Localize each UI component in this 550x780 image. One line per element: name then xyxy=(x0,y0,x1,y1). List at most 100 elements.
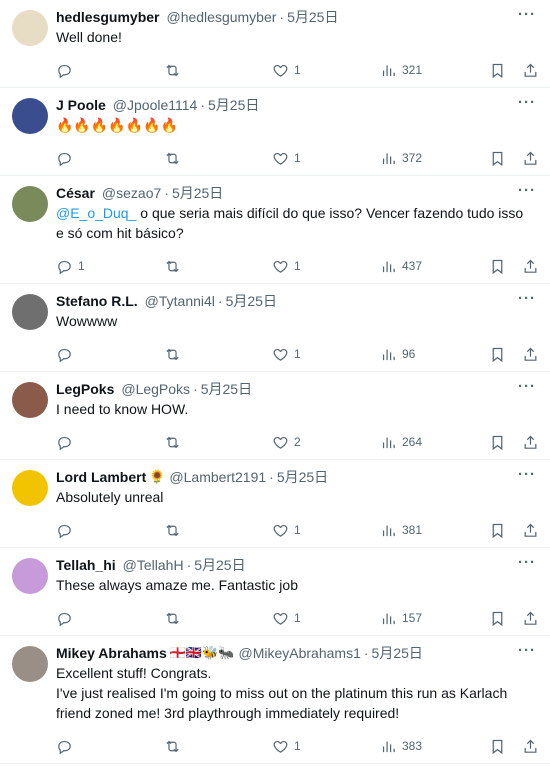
more-options-icon[interactable]: ··· xyxy=(518,183,536,198)
like-button[interactable]: 1 xyxy=(272,610,301,627)
retweet-button[interactable] xyxy=(164,434,181,451)
avatar[interactable] xyxy=(12,98,48,134)
bookmark-button[interactable] xyxy=(489,62,506,79)
timestamp[interactable]: 5月25日 xyxy=(372,644,423,662)
share-button[interactable] xyxy=(522,738,539,755)
handle[interactable]: @TellahH xyxy=(123,556,184,574)
retweet-button[interactable] xyxy=(164,522,181,539)
retweet-button[interactable] xyxy=(164,62,181,79)
share-button[interactable] xyxy=(522,346,539,363)
handle[interactable]: @sezao7 xyxy=(102,184,161,202)
display-name[interactable]: Stefano R.L. xyxy=(56,292,138,310)
bookmark-button[interactable] xyxy=(489,522,506,539)
bookmark-button[interactable] xyxy=(489,258,506,275)
reply-tweet[interactable]: ··· J Poole @Jpoole1114 · 5月25日 🔥🔥🔥🔥🔥🔥🔥 … xyxy=(0,88,550,176)
timestamp[interactable]: 5月25日 xyxy=(287,8,338,26)
reply-tweet[interactable]: ··· Mikey Abrahams 🏴󠁧󠁢󠁥󠁮󠁧󠁿🇬🇧🐝🐜 @MikeyAbr… xyxy=(0,636,550,764)
display-name[interactable]: Lord Lambert xyxy=(56,468,146,486)
retweet-button[interactable] xyxy=(164,610,181,627)
handle[interactable]: @Jpoole1114 xyxy=(113,96,198,114)
more-options-icon[interactable]: ··· xyxy=(518,555,536,570)
share-icon xyxy=(524,523,537,537)
share-button[interactable] xyxy=(522,434,539,451)
bookmark-button[interactable] xyxy=(489,434,506,451)
like-button[interactable]: 1 xyxy=(272,738,301,755)
retweet-button[interactable] xyxy=(164,346,181,363)
bookmark-button[interactable] xyxy=(489,610,506,627)
timestamp[interactable]: 5月25日 xyxy=(226,292,277,310)
share-button[interactable] xyxy=(522,610,539,627)
avatar[interactable] xyxy=(12,186,48,222)
avatar[interactable] xyxy=(12,470,48,506)
views-button[interactable]: 321 xyxy=(380,62,422,79)
more-options-icon[interactable]: ··· xyxy=(518,7,536,22)
timestamp[interactable]: 5月25日 xyxy=(277,468,328,486)
reply-button[interactable]: 1 xyxy=(56,258,85,275)
avatar[interactable] xyxy=(12,558,48,594)
more-options-icon[interactable]: ··· xyxy=(518,291,536,306)
display-name[interactable]: Mikey Abrahams xyxy=(56,644,167,662)
views-button[interactable]: 381 xyxy=(380,522,422,539)
views-button[interactable]: 157 xyxy=(380,610,422,627)
reply-button[interactable] xyxy=(56,346,78,363)
handle[interactable]: @MikeyAbrahams1 xyxy=(239,644,361,662)
like-button[interactable]: 1 xyxy=(272,346,301,363)
handle[interactable]: @Lambert2191 xyxy=(169,468,266,486)
display-name[interactable]: Tellah_hi xyxy=(56,556,116,574)
views-button[interactable]: 96 xyxy=(380,346,415,363)
tweet-body: Excellent stuff! Congrats. I've just real… xyxy=(56,665,508,721)
share-button[interactable] xyxy=(522,258,539,275)
views-button[interactable]: 264 xyxy=(380,434,422,451)
retweet-button[interactable] xyxy=(164,150,181,167)
bookmark-button[interactable] xyxy=(489,150,506,167)
reply-tweet[interactable]: ··· hedlesgumyber @hedlesgumyber · 5月25日… xyxy=(0,0,550,88)
reply-button[interactable] xyxy=(56,150,78,167)
like-button[interactable]: 1 xyxy=(272,258,301,275)
reply-tweet[interactable]: ··· Lord Lambert 🌻 @Lambert2191 · 5月25日 … xyxy=(0,460,550,548)
reply-tweet[interactable]: ··· LegPoks @LegPoks · 5月25日 I need to k… xyxy=(0,372,550,460)
share-button[interactable] xyxy=(522,522,539,539)
like-button[interactable]: 1 xyxy=(272,150,301,167)
handle[interactable]: @hedlesgumyber xyxy=(166,8,276,26)
like-button[interactable]: 2 xyxy=(272,434,301,451)
display-name[interactable]: hedlesgumyber xyxy=(56,8,159,26)
share-button[interactable] xyxy=(522,150,539,167)
display-name[interactable]: J Poole xyxy=(56,96,106,114)
display-name[interactable]: LegPoks xyxy=(56,380,114,398)
bookmark-button[interactable] xyxy=(489,738,506,755)
more-options-icon[interactable]: ··· xyxy=(518,95,536,110)
retweet-button[interactable] xyxy=(164,738,181,755)
more-options-icon[interactable]: ··· xyxy=(518,379,536,394)
reply-button[interactable] xyxy=(56,522,78,539)
timestamp[interactable]: 5月25日 xyxy=(201,380,252,398)
reply-button[interactable] xyxy=(56,62,78,79)
views-button[interactable]: 372 xyxy=(380,150,422,167)
more-options-icon[interactable]: ··· xyxy=(518,643,536,658)
views-button[interactable]: 383 xyxy=(380,738,422,755)
reply-tweet[interactable]: ··· Stefano R.L. @Tytanni4l · 5月25日 Woww… xyxy=(0,284,550,372)
reply-tweet[interactable]: ··· César @sezao7 · 5月25日 @E_o_Duq_ o qu… xyxy=(0,176,550,284)
reply-button[interactable] xyxy=(56,434,78,451)
bookmark-button[interactable] xyxy=(489,346,506,363)
handle[interactable]: @Tytanni4l xyxy=(145,292,215,310)
avatar[interactable] xyxy=(12,10,48,46)
timestamp[interactable]: 5月25日 xyxy=(208,96,259,114)
retweet-button[interactable] xyxy=(164,258,181,275)
reply-button[interactable] xyxy=(56,610,78,627)
reply-icon xyxy=(58,152,71,166)
like-button[interactable]: 1 xyxy=(272,62,301,79)
avatar[interactable] xyxy=(12,646,48,682)
mention-link[interactable]: @E_o_Duq_ xyxy=(56,205,136,221)
avatar[interactable] xyxy=(12,294,48,330)
reply-tweet[interactable]: ··· Tellah_hi @TellahH · 5月25日 These alw… xyxy=(0,548,550,636)
avatar[interactable] xyxy=(12,382,48,418)
more-options-icon[interactable]: ··· xyxy=(518,467,536,482)
share-button[interactable] xyxy=(522,62,539,79)
timestamp[interactable]: 5月25日 xyxy=(194,556,245,574)
timestamp[interactable]: 5月25日 xyxy=(172,184,223,202)
display-name[interactable]: César xyxy=(56,184,95,202)
views-button[interactable]: 437 xyxy=(380,258,422,275)
handle[interactable]: @LegPoks xyxy=(121,380,190,398)
like-button[interactable]: 1 xyxy=(272,522,301,539)
reply-button[interactable] xyxy=(56,738,78,755)
